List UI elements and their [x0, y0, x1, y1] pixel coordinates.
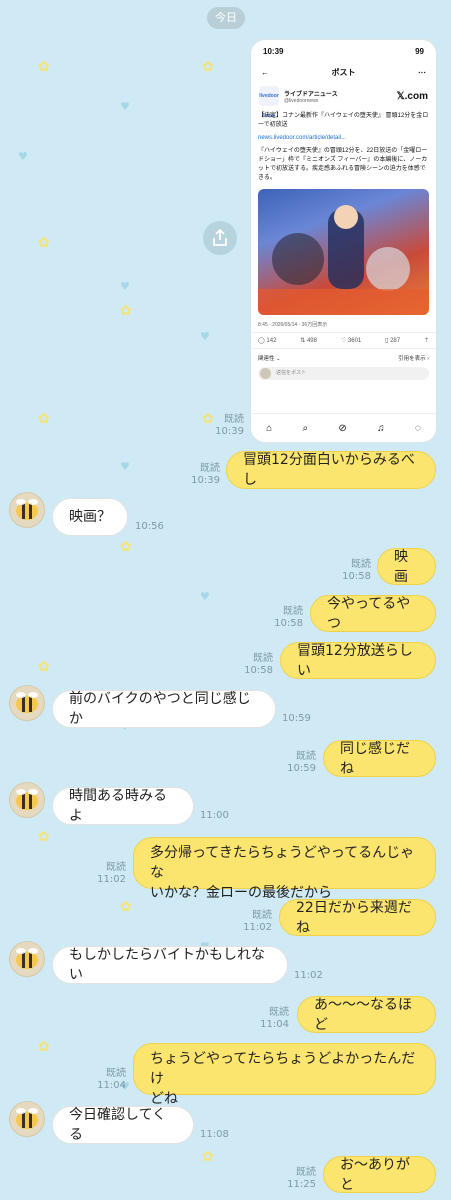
tab-bar: ⌂ ⌕ ⊘ ♫ ◌ [251, 413, 436, 442]
grok-icon[interactable]: ⊘ [338, 423, 346, 434]
shared-screenshot[interactable]: 10:39 99 ← ポスト ⋯ livedoor News ライブドアニュース… [251, 40, 436, 442]
message-meta: 既読 10:58 [244, 653, 273, 676]
message-meta: 既読 10:58 [342, 559, 371, 582]
message-time: 10:56 [135, 521, 164, 532]
contact-avatar[interactable] [9, 782, 45, 818]
message-meta: 既読 10:58 [274, 606, 303, 629]
bee-avatar-icon [16, 499, 38, 520]
reply-count[interactable]: ◯ 142 [258, 337, 276, 344]
more-icon: ⋯ [418, 67, 426, 77]
contact-avatar[interactable] [9, 941, 45, 977]
post-header-title: ポスト [331, 67, 356, 77]
message-line: 多分帰ってきたらちょうどやってるんじゃな [150, 845, 415, 881]
message-time: 11:00 [200, 810, 229, 821]
battery-indicator: 99 [415, 46, 424, 56]
post-stats: 8:45 · 2026/05/14 · 36万回表示 [258, 322, 328, 328]
message-bubble-received[interactable]: もしかしたらバイトかもしれない [52, 946, 288, 984]
message-meta: 既読 10:39 [191, 463, 220, 486]
status-time: 10:39 [263, 46, 284, 56]
message-bubble-sent[interactable]: 多分帰ってきたらちょうどやってるんじゃな いかな？金ローの最後だから [133, 837, 436, 901]
account-name: ライブドアニュース [284, 91, 338, 98]
account-handle: @livedoornews [284, 97, 319, 104]
related-row: 関連性 ⌄ 引用を表示 › [251, 351, 436, 365]
post-body: 『ハイウェイの堕天使』の冒頭12分を、22日放送の「金曜ロードショー」枠で『ミニ… [258, 148, 428, 181]
reply-field[interactable]: 返信をポスト [258, 367, 429, 380]
bee-avatar-icon [16, 1108, 38, 1129]
account-logo: livedoor News [259, 86, 279, 119]
message-bubble-sent[interactable]: お〜ありがと [323, 1156, 436, 1193]
share-button[interactable] [203, 221, 237, 255]
contact-avatar[interactable] [9, 492, 45, 528]
message-bubble-sent[interactable]: 同じ感じだね [323, 740, 436, 777]
like-count[interactable]: ♡ 3601 [341, 337, 361, 344]
message-line: ちょうどやってたらちょうどよかったんだけ [150, 1051, 416, 1087]
message-time: 10:59 [282, 713, 311, 724]
status-bar: 10:39 99 [251, 40, 436, 62]
message-bubble-sent[interactable]: あ〜〜〜なるほど [297, 996, 436, 1033]
message-bubble-received[interactable]: 今日確認してくる [52, 1106, 194, 1144]
bee-avatar-icon [16, 789, 38, 810]
share-icon [213, 228, 227, 246]
message-time: 11:08 [200, 1129, 229, 1140]
bookmark-count[interactable]: ▯ 287 [385, 337, 400, 344]
post-headline: 【決定】コナン最新作『ハイウェイの堕天使』 冒頭12分を金ローで初放送 [258, 113, 429, 128]
message-meta: 既読 11:04 [260, 1007, 289, 1030]
quote-label[interactable]: 引用を表示 › [398, 354, 429, 362]
message-time: 11:02 [294, 970, 323, 981]
message-bubble-sent[interactable]: 22日だから来週だね [279, 899, 436, 936]
message-bubble-received[interactable]: 前のバイクのやつと同じ感じか [52, 690, 276, 728]
contact-avatar[interactable] [9, 685, 45, 721]
message-line: どね [150, 1091, 178, 1107]
site-mark: 𝕏.com [396, 90, 428, 102]
message-bubble-sent[interactable]: 映画 [377, 548, 436, 585]
message-meta: 既読 11:02 [97, 862, 126, 885]
post-actions: ◯ 142 ⇅ 498 ♡ 3601 ▯ 287 ⇡ [251, 332, 436, 349]
message-bubble-received[interactable]: 映画？ [52, 498, 128, 536]
back-arrow-icon: ← [261, 67, 269, 77]
message-meta: 既読 11:04 [97, 1068, 126, 1091]
repost-count[interactable]: ⇅ 498 [300, 337, 317, 344]
message-bubble-received[interactable]: 時間ある時みるよ [52, 787, 194, 825]
message-meta: 既読 10:39 [215, 414, 244, 437]
mail-icon[interactable]: ◌ [415, 423, 421, 434]
account-row: livedoor News ライブドアニュース @livedoornews 𝕏.… [251, 82, 436, 119]
related-label[interactable]: 関連性 ⌄ [258, 354, 281, 362]
message-bubble-sent[interactable]: 今やってるやつ [310, 595, 436, 632]
home-icon[interactable]: ⌂ [266, 423, 272, 434]
contact-avatar[interactable] [9, 1101, 45, 1137]
message-bubble-sent[interactable]: 冒頭12分放送らしい [280, 642, 436, 679]
share-post-icon[interactable]: ⇡ [424, 337, 429, 344]
message-bubble-sent[interactable]: 冒頭12分面白いからみるべし [226, 451, 436, 489]
bee-avatar-icon [16, 948, 38, 969]
message-meta: 既読 10:59 [287, 751, 316, 774]
post-link: news.livedoor.com/article/detail... [258, 135, 347, 141]
search-icon[interactable]: ⌕ [302, 423, 308, 434]
post-image [258, 189, 429, 315]
post-header: ← ポスト ⋯ [251, 62, 436, 82]
message-meta: 既読 11:02 [243, 910, 272, 933]
date-separator: 今日 [207, 7, 245, 29]
message-bubble-sent[interactable]: ちょうどやってたらちょうどよかったんだけ どね [133, 1043, 436, 1107]
message-meta: 既読 11:25 [287, 1167, 316, 1190]
bee-avatar-icon [16, 692, 38, 713]
bell-icon[interactable]: ♫ [377, 423, 385, 434]
